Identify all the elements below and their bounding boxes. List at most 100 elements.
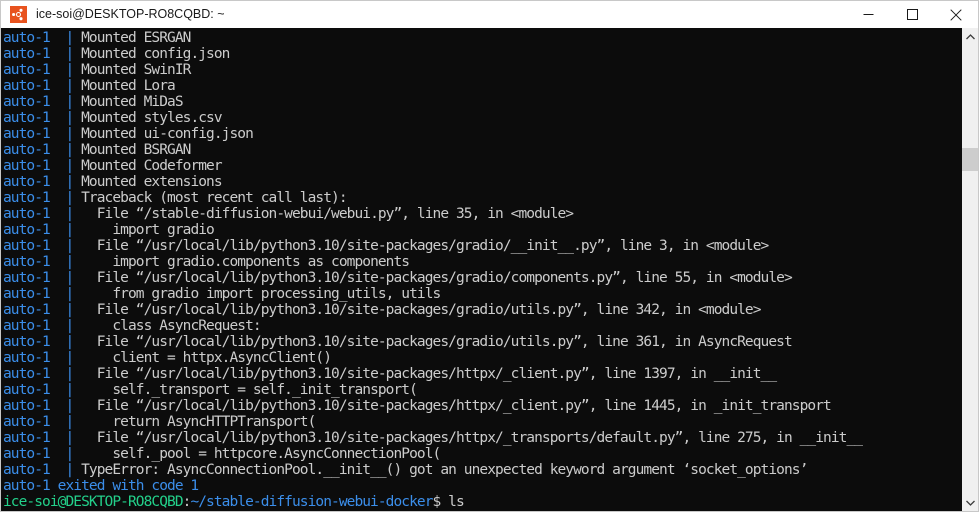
log-service-name: auto-1 (3, 78, 66, 94)
log-service-name: auto-1 (3, 158, 66, 174)
terminal-line: auto-1 | Mounted SwinIR (3, 62, 961, 78)
log-service-name: auto-1 (3, 334, 66, 350)
terminal-line: auto-1 | Traceback (most recent call las… (3, 190, 961, 206)
log-service-name: auto-1 (3, 350, 66, 366)
log-service-name: auto-1 (3, 190, 66, 206)
log-service-name: auto-1 (3, 446, 66, 462)
log-message: return AsyncHTTPTransport( (73, 414, 316, 430)
window-title: ice-soi@DESKTOP-RO8CQBD: ~ (36, 7, 225, 22)
title-bar[interactable]: ice-soi@DESKTOP-RO8CQBD: ~ (1, 1, 978, 28)
log-message: Mounted Codeformer (73, 158, 223, 174)
log-service-name: auto-1 (3, 94, 66, 110)
terminal-line: auto-1 | Mounted Lora (3, 78, 961, 94)
terminal-line: auto-1 exited with code 1 (3, 478, 961, 494)
scroll-down-arrow-icon[interactable] (962, 494, 978, 511)
terminal-line: auto-1 | Mounted ESRGAN (3, 30, 961, 46)
exit-status-message: auto-1 exited with code 1 (3, 478, 199, 494)
minimize-button[interactable] (846, 1, 890, 28)
log-message: TypeError: AsyncConnectionPool.__init__(… (73, 462, 808, 478)
log-message: self._transport = self._init_transport( (73, 382, 418, 398)
terminal-line: auto-1 | Mounted Codeformer (3, 158, 961, 174)
log-service-name: auto-1 (3, 222, 66, 238)
close-button[interactable] (934, 1, 978, 28)
log-service-name: auto-1 (3, 62, 66, 78)
log-message: import gradio (73, 222, 214, 238)
log-service-name: auto-1 (3, 414, 66, 430)
log-message: File “/stable-diffusion-webui/webui.py”,… (73, 206, 574, 222)
log-message: class AsyncRequest: (73, 318, 261, 334)
log-service-name: auto-1 (3, 462, 66, 478)
terminal-body: auto-1 | Mounted ESRGAN auto-1 | Mounted … (1, 28, 978, 511)
log-message: Mounted ESRGAN (73, 30, 191, 46)
log-message: Mounted MiDaS (73, 94, 183, 110)
terminal-line: auto-1 | File “/usr/local/lib/python3.10… (3, 430, 961, 446)
terminal-line: auto-1 | self._pool = httpcore.AsyncConn… (3, 446, 961, 462)
prompt-user-host: ice-soi@DESKTOP-RO8CQBD (3, 494, 184, 510)
log-message: Mounted SwinIR (73, 62, 191, 78)
command-input[interactable]: ls (448, 494, 465, 510)
log-service-name: auto-1 (3, 430, 66, 446)
terminal-window: ice-soi@DESKTOP-RO8CQBD: ~ auto-1 | Moun… (0, 0, 979, 512)
terminal-scrollbar[interactable] (961, 28, 978, 511)
log-message: from gradio import processing_utils, uti… (73, 286, 441, 302)
log-message: File “/usr/local/lib/python3.10/site-pac… (73, 270, 793, 286)
log-message: import gradio.components as components (73, 254, 410, 270)
log-message: File “/usr/local/lib/python3.10/site-pac… (73, 398, 832, 414)
terminal-line: auto-1 | from gradio import processing_u… (3, 286, 961, 302)
scrollbar-thumb[interactable] (962, 148, 978, 171)
terminal-line: auto-1 | Mounted config.json (3, 46, 961, 62)
terminal-line: auto-1 | File “/usr/local/lib/python3.10… (3, 334, 961, 350)
log-message: client = httpx.AsyncClient() (73, 350, 332, 366)
prompt-dollar-sign: $ (432, 494, 449, 510)
log-service-name: auto-1 (3, 366, 66, 382)
terminal-line: auto-1 | Mounted ui-config.json (3, 126, 961, 142)
scroll-up-arrow-icon[interactable] (962, 28, 978, 45)
terminal-line: auto-1 | File “/usr/local/lib/python3.10… (3, 366, 961, 382)
log-message: Mounted config.json (73, 46, 230, 62)
ubuntu-icon (10, 6, 27, 23)
log-message: Traceback (most recent call last): (73, 190, 347, 206)
log-service-name: auto-1 (3, 110, 66, 126)
log-service-name: auto-1 (3, 270, 66, 286)
terminal-line: auto-1 | import gradio.components as com… (3, 254, 961, 270)
log-service-name: auto-1 (3, 398, 66, 414)
log-service-name: auto-1 (3, 238, 66, 254)
log-message: File “/usr/local/lib/python3.10/site-pac… (73, 334, 793, 350)
scrollbar-track[interactable] (962, 45, 978, 494)
log-message: self._pool = httpcore.AsyncConnectionPoo… (73, 446, 441, 462)
log-service-name: auto-1 (3, 254, 66, 270)
log-service-name: auto-1 (3, 142, 66, 158)
terminal-line: auto-1 | class AsyncRequest: (3, 318, 961, 334)
maximize-button[interactable] (890, 1, 934, 28)
terminal-output[interactable]: auto-1 | Mounted ESRGAN auto-1 | Mounted … (1, 28, 961, 511)
terminal-line: auto-1 | Mounted MiDaS (3, 94, 961, 110)
terminal-line: auto-1 | client = httpx.AsyncClient() (3, 350, 961, 366)
log-message: Mounted BSRGAN (73, 142, 191, 158)
title-bar-left: ice-soi@DESKTOP-RO8CQBD: ~ (1, 6, 846, 23)
log-service-name: auto-1 (3, 318, 66, 334)
shell-prompt-line: ice-soi@DESKTOP-RO8CQBD:~/stable-diffusi… (3, 494, 961, 510)
log-message: File “/usr/local/lib/python3.10/site-pac… (73, 366, 777, 382)
terminal-line: auto-1 | Mounted styles.csv (3, 110, 961, 126)
log-message: File “/usr/local/lib/python3.10/site-pac… (73, 302, 762, 318)
log-service-name: auto-1 (3, 126, 66, 142)
terminal-line: auto-1 | Mounted BSRGAN (3, 142, 961, 158)
terminal-line: auto-1 | Mounted extensions (3, 174, 961, 190)
log-service-name: auto-1 (3, 46, 66, 62)
log-service-name: auto-1 (3, 174, 66, 190)
window-controls (846, 1, 978, 28)
log-service-name: auto-1 (3, 206, 66, 222)
log-service-name: auto-1 (3, 286, 66, 302)
log-service-name: auto-1 (3, 302, 66, 318)
log-message: Mounted styles.csv (73, 110, 223, 126)
log-message: File “/usr/local/lib/python3.10/site-pac… (73, 238, 770, 254)
terminal-line: auto-1 | File “/usr/local/lib/python3.10… (3, 270, 961, 286)
terminal-line: auto-1 | TypeError: AsyncConnectionPool.… (3, 462, 961, 478)
log-message: Mounted ui-config.json (73, 126, 254, 142)
log-message: Mounted extensions (73, 174, 223, 190)
terminal-line: auto-1 | self._transport = self._init_tr… (3, 382, 961, 398)
terminal-line: auto-1 | File “/usr/local/lib/python3.10… (3, 238, 961, 254)
log-message: File “/usr/local/lib/python3.10/site-pac… (73, 430, 863, 446)
log-service-name: auto-1 (3, 382, 66, 398)
terminal-line: auto-1 | return AsyncHTTPTransport( (3, 414, 961, 430)
